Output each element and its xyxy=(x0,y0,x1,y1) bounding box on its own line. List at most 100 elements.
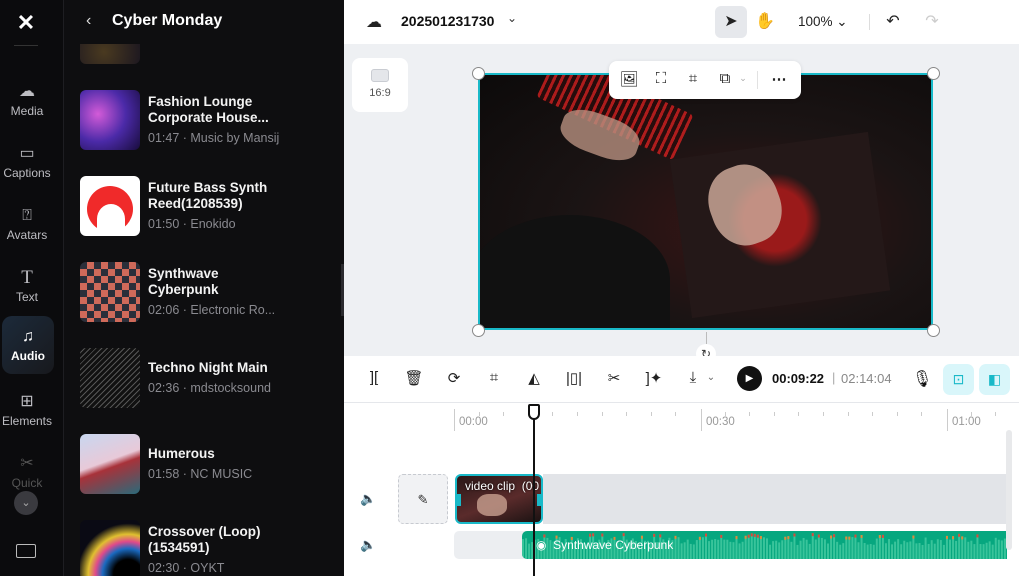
flip-icon[interactable]: ◭ xyxy=(523,369,545,387)
ruler-tick xyxy=(626,412,628,416)
list-item[interactable]: Future Bass Synth Reed(1208539) 01:50 · … xyxy=(80,176,340,238)
aspect-ratio-button[interactable]: 16:9 xyxy=(352,58,408,112)
split-icon[interactable]: ][ xyxy=(363,369,385,386)
waveform-peak xyxy=(653,533,656,537)
keyboard-shortcuts-icon[interactable] xyxy=(16,544,36,558)
track-title: Crossover (Loop) (1534591) xyxy=(148,524,261,555)
back-chevron-icon[interactable]: ‹ xyxy=(86,12,91,30)
waveform-bar xyxy=(830,535,833,559)
clip-trim-handle-left[interactable] xyxy=(457,494,461,506)
resize-handle-top-right[interactable] xyxy=(927,67,940,80)
chevron-down-icon: ⌄ xyxy=(21,497,31,509)
waveform-bar xyxy=(528,543,531,559)
crop-icon[interactable]: ⌗ xyxy=(683,70,703,87)
avatar-icon: ⍰ xyxy=(22,206,32,224)
divider xyxy=(14,45,38,46)
waveform-bar xyxy=(714,539,717,559)
ruler-tick xyxy=(970,412,972,416)
speed-icon[interactable]: ⟳ xyxy=(443,369,465,387)
project-name[interactable]: 202501231730 xyxy=(401,13,494,29)
track-title: Techno Night Main xyxy=(148,360,268,375)
rail-item-audio[interactable]: ♫ Audio xyxy=(2,316,54,374)
waveform-peak xyxy=(674,535,677,539)
waveform-peak xyxy=(735,536,738,540)
waveform-bar xyxy=(970,540,973,559)
record-voice-button[interactable]: 🎙 xyxy=(912,369,932,389)
waveform-bar xyxy=(762,537,765,559)
waveform-bar xyxy=(903,540,906,559)
waveform-peak xyxy=(750,533,753,537)
replace-image-icon[interactable]: 🖼 xyxy=(619,70,639,88)
person-silhouette xyxy=(480,215,670,328)
rail-item-label: Audio xyxy=(11,348,45,363)
waveform-peak xyxy=(592,533,595,537)
auto-snap-button[interactable]: ⊡ xyxy=(943,364,974,395)
more-options-icon[interactable]: ⋯ xyxy=(769,70,789,88)
split-view-button[interactable]: ◧ xyxy=(979,364,1010,395)
chevron-down-icon[interactable]: ⌄ xyxy=(700,372,722,383)
video-track-background xyxy=(543,474,1007,524)
play-button[interactable]: ▶ xyxy=(737,366,762,391)
waveform-bar xyxy=(958,533,961,559)
waveform-bar xyxy=(878,535,881,559)
mute-audio-track-icon[interactable]: 🔈 xyxy=(360,537,376,553)
track-title: Future Bass Synth Reed(1208539) xyxy=(148,180,268,211)
list-item[interactable]: Synthwave Cyberpunk 02:06 · Electronic R… xyxy=(80,262,340,324)
waveform-peak xyxy=(811,533,814,537)
waveform-peak xyxy=(848,536,851,540)
mute-video-track-icon[interactable]: 🔈 xyxy=(360,491,376,507)
expand-more-button[interactable]: ⌄ xyxy=(14,491,38,515)
ruler-tick xyxy=(823,412,824,416)
list-item[interactable]: Crossover (Loop) (1534591) 02:30 · OYKT xyxy=(80,520,340,576)
rail-item-captions[interactable]: ▭ Captions xyxy=(0,134,54,190)
list-item[interactable]: Techno Night Main 02:36 · mdstocksound xyxy=(80,348,340,410)
ruler-label: 00:00 xyxy=(459,416,488,428)
resize-handle-bottom-left[interactable] xyxy=(472,324,485,337)
waveform-peak xyxy=(912,535,915,539)
hand-tool-button[interactable]: ✋ xyxy=(749,6,781,38)
clip-trim-handle-right[interactable] xyxy=(537,494,541,506)
playhead-handle[interactable] xyxy=(528,404,540,420)
list-item[interactable]: Fashion Lounge Corporate House... 01:47 … xyxy=(80,90,340,152)
resize-handle-top-left[interactable] xyxy=(472,67,485,80)
audio-clip[interactable]: ◉ Synthwave Cyberpunk xyxy=(522,531,1007,559)
waveform-bar xyxy=(735,536,738,559)
timeline-scrollbar[interactable] xyxy=(1006,430,1012,550)
smart-split-icon[interactable]: ]✦ xyxy=(643,369,665,387)
waveform-bar xyxy=(726,539,729,559)
resize-handle-bottom-right[interactable] xyxy=(927,324,940,337)
waveform-bar xyxy=(717,539,720,559)
aspect-ratio-label: 16:9 xyxy=(369,87,391,99)
delete-icon[interactable]: 🗑 xyxy=(403,369,425,387)
video-preview[interactable] xyxy=(478,73,933,330)
cursor-arrow-icon: ➤ xyxy=(724,13,738,30)
fit-screen-icon[interactable]: ⛶ xyxy=(651,70,671,87)
rail-item-text[interactable]: T Text xyxy=(0,258,54,314)
freeze-frame-icon[interactable]: |▯| xyxy=(563,369,585,387)
select-tool-button[interactable]: ➤ xyxy=(715,6,747,38)
waveform-peak xyxy=(705,533,707,537)
playhead-line[interactable] xyxy=(533,404,535,576)
ruler-tick xyxy=(577,412,578,416)
crop-icon[interactable]: ⌗ xyxy=(483,369,505,386)
chevron-down-icon[interactable]: ⌄ xyxy=(733,73,753,84)
rail-item-avatars[interactable]: ⍰ Avatars xyxy=(0,196,54,252)
rail-item-media[interactable]: ☁ Media xyxy=(0,72,54,128)
picture-in-picture-icon[interactable]: ⧉ xyxy=(715,70,735,87)
waveform-peak xyxy=(543,534,546,538)
video-clip[interactable]: video clip (00 xyxy=(455,474,543,524)
redo-button[interactable]: ↷ xyxy=(916,6,948,38)
waveform-bar xyxy=(982,544,985,559)
edit-cover-button[interactable]: ✎ xyxy=(398,474,448,524)
waveform-bar xyxy=(952,536,955,559)
zoom-level-dropdown[interactable]: 100% ⌄ xyxy=(798,14,848,30)
capcut-logo-icon[interactable]: ✕ xyxy=(12,10,40,36)
timeline-ruler[interactable]: 00:00 00:30 01:00 xyxy=(344,404,1019,434)
music-disc-icon: ◉ xyxy=(536,538,547,552)
quick-cut-icon[interactable]: ✂ xyxy=(603,369,625,387)
rail-item-elements[interactable]: ⊞ Elements xyxy=(0,382,54,438)
undo-button[interactable]: ↶ xyxy=(877,6,909,38)
quick-cut-icon: ✂ xyxy=(20,454,34,472)
chevron-down-icon[interactable]: ⌄ xyxy=(507,11,517,25)
list-item[interactable]: Humerous 01:58 · NC MUSIC xyxy=(80,434,340,496)
